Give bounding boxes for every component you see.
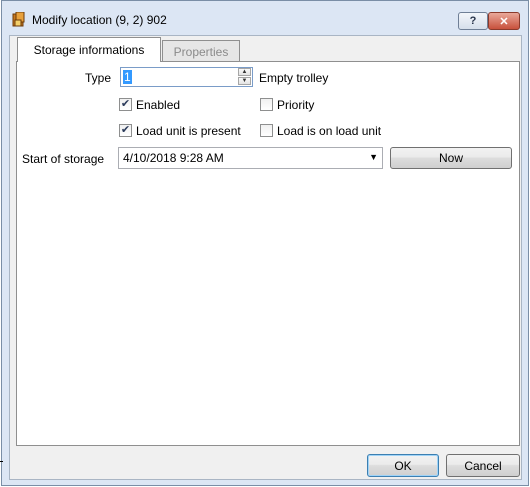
chevron-up-icon: ▲ bbox=[241, 69, 248, 75]
spin-up-button[interactable]: ▲ bbox=[238, 68, 251, 76]
now-button[interactable]: Now bbox=[390, 147, 512, 169]
cancel-button[interactable]: Cancel bbox=[446, 454, 520, 477]
enabled-label[interactable]: Enabled bbox=[136, 98, 180, 112]
app-icon bbox=[12, 12, 25, 27]
spin-down-button[interactable]: ▼ bbox=[238, 77, 251, 85]
tab-storage-informations[interactable]: Storage informations bbox=[17, 37, 161, 62]
tab-panel: Type 1 ▲ ▼ Empty trolley ✔ Enabled Prior… bbox=[16, 61, 520, 446]
close-button[interactable]: ✕ bbox=[488, 12, 520, 30]
tab-properties[interactable]: Properties bbox=[162, 40, 240, 62]
type-description: Empty trolley bbox=[259, 71, 329, 85]
load-unit-present-checkbox[interactable]: ✔ bbox=[119, 124, 132, 137]
check-icon: ✔ bbox=[120, 124, 131, 136]
dialog-client-area: Storage informations Properties Type 1 ▲… bbox=[9, 35, 522, 480]
start-of-storage-picker[interactable]: 4/10/2018 9:28 AM ▼ bbox=[118, 147, 383, 169]
edge-mark bbox=[0, 461, 3, 462]
start-of-storage-label: Start of storage bbox=[22, 152, 105, 166]
load-on-load-unit-checkbox[interactable] bbox=[260, 124, 273, 137]
chevron-down-icon: ▼ bbox=[241, 78, 248, 84]
window-title: Modify location (9, 2) 902 bbox=[32, 13, 167, 27]
check-icon: ✔ bbox=[120, 98, 131, 110]
spinner-buttons: ▲ ▼ bbox=[238, 68, 252, 86]
close-icon: ✕ bbox=[499, 15, 509, 28]
title-bar[interactable]: Modify location (9, 2) 902 ? ✕ bbox=[2, 1, 528, 35]
type-label: Type bbox=[85, 71, 112, 85]
type-spinner[interactable]: 1 ▲ ▼ bbox=[120, 67, 253, 87]
ok-button[interactable]: OK bbox=[367, 454, 439, 477]
start-of-storage-value[interactable]: 4/10/2018 9:28 AM bbox=[123, 151, 224, 165]
enabled-checkbox[interactable]: ✔ bbox=[119, 98, 132, 111]
priority-checkbox[interactable] bbox=[260, 98, 273, 111]
dialog-window: Modify location (9, 2) 902 ? ✕ Storage i… bbox=[1, 0, 529, 486]
help-button[interactable]: ? bbox=[458, 12, 488, 30]
type-value[interactable]: 1 bbox=[123, 70, 132, 84]
load-on-load-unit-label[interactable]: Load is on load unit bbox=[277, 124, 381, 138]
load-unit-present-label[interactable]: Load unit is present bbox=[136, 124, 241, 138]
dropdown-arrow-icon[interactable]: ▼ bbox=[369, 152, 378, 162]
priority-label[interactable]: Priority bbox=[277, 98, 314, 112]
